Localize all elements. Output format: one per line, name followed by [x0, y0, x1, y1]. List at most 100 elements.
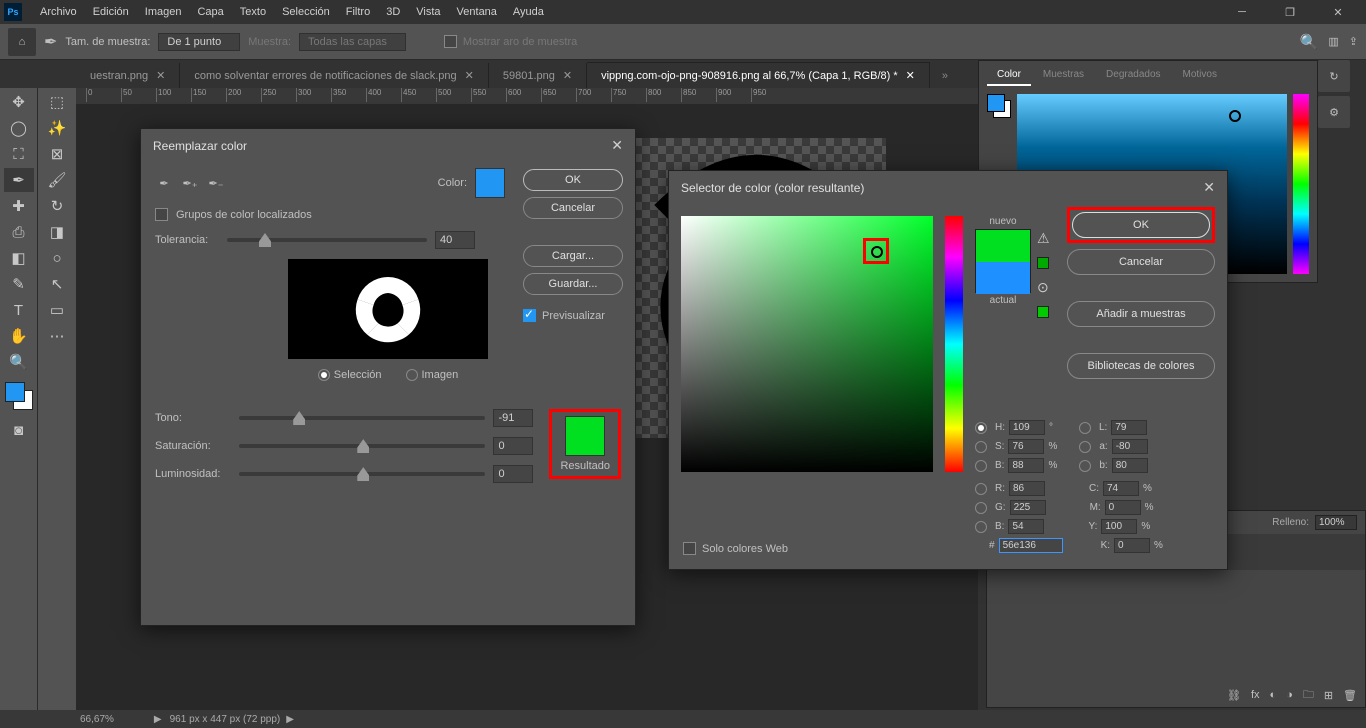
mask-icon[interactable]: ◐: [1270, 689, 1277, 701]
tone-input[interactable]: -91: [493, 409, 533, 427]
eraser-tool[interactable]: ◧: [4, 246, 34, 270]
preview-checkbox[interactable]: [523, 309, 536, 322]
menu-ventana[interactable]: Ventana: [449, 2, 505, 22]
image-radio[interactable]: Imagen: [406, 369, 459, 381]
load-button[interactable]: Cargar...: [523, 245, 623, 267]
doc-tab-3[interactable]: vippng.com-ojo-png-908916.png al 66,7% (…: [587, 62, 930, 88]
newlayer-icon[interactable]: ⊞: [1324, 689, 1333, 702]
tab-close-icon[interactable]: ✕: [563, 69, 572, 82]
pen-tool[interactable]: ✎: [4, 272, 34, 296]
menu-seleccion[interactable]: Selección: [274, 2, 338, 22]
l-radio[interactable]: [1079, 422, 1091, 434]
menu-capa[interactable]: Capa: [189, 2, 231, 22]
b-radio[interactable]: [975, 460, 987, 472]
link-icon[interactable]: ⛓: [1227, 689, 1241, 702]
doc-tab-2[interactable]: 59801.png✕: [489, 63, 587, 88]
brush-tool[interactable]: 🖌: [42, 168, 72, 192]
r-input[interactable]: 86: [1009, 481, 1045, 496]
zoom-tool[interactable]: 🔍: [4, 350, 34, 374]
home-icon[interactable]: ⌂: [8, 28, 36, 56]
show-ring-checkbox[interactable]: [444, 35, 457, 48]
text-tool[interactable]: T: [4, 298, 34, 322]
menu-imagen[interactable]: Imagen: [137, 2, 190, 22]
m-input[interactable]: 0: [1105, 500, 1141, 515]
close-icon[interactable]: ✕: [611, 137, 623, 154]
ok-button[interactable]: OK: [523, 169, 623, 191]
l-input[interactable]: 79: [1111, 420, 1147, 435]
saturation-slider[interactable]: [239, 444, 485, 448]
hex-input[interactable]: 56e136: [999, 538, 1063, 553]
tolerance-input[interactable]: 40: [435, 231, 475, 249]
y-input[interactable]: 100: [1101, 519, 1137, 534]
frame-tool[interactable]: ⊠: [42, 142, 72, 166]
s-input[interactable]: 76: [1008, 439, 1044, 454]
properties-dock-icon[interactable]: ⚙: [1318, 96, 1350, 128]
doc-tab-1[interactable]: como solventar errores de notificaciones…: [180, 63, 489, 88]
swatches-tab[interactable]: Muestras: [1033, 65, 1094, 86]
crop-tool[interactable]: ⛶: [4, 142, 34, 166]
heal-tool[interactable]: ✚: [4, 194, 34, 218]
a-input[interactable]: -80: [1112, 439, 1148, 454]
sample-size-dropdown[interactable]: De 1 punto: [158, 33, 240, 51]
gradient-tool[interactable]: ◨: [42, 220, 72, 244]
color-swatches[interactable]: [5, 382, 33, 410]
eyedropper-minus-icon[interactable]: ✒₋: [207, 174, 225, 192]
sv-field[interactable]: [681, 216, 933, 472]
share-icon[interactable]: ⇪: [1349, 35, 1358, 48]
menu-3d[interactable]: 3D: [378, 2, 408, 22]
ok-button[interactable]: OK: [1072, 212, 1210, 238]
ellipsis-tool[interactable]: ⋯: [42, 324, 72, 348]
a-radio[interactable]: [1079, 441, 1091, 453]
adjust-icon[interactable]: ◑: [1286, 689, 1293, 701]
luminosity-slider[interactable]: [239, 472, 485, 476]
c-input[interactable]: 74: [1103, 481, 1139, 496]
stamp-tool[interactable]: ⎙: [4, 220, 34, 244]
tone-slider[interactable]: [239, 416, 485, 420]
minimize-icon[interactable]: ─: [1222, 0, 1262, 24]
s-radio[interactable]: [975, 441, 987, 453]
source-color-swatch[interactable]: [475, 168, 505, 198]
eyedropper-plus-icon[interactable]: ✒₊: [181, 174, 199, 192]
cancel-button[interactable]: Cancelar: [523, 197, 623, 219]
menu-filtro[interactable]: Filtro: [338, 2, 378, 22]
luminosity-input[interactable]: 0: [493, 465, 533, 483]
tab-close-icon[interactable]: ✕: [156, 69, 165, 82]
history-tool[interactable]: ↻: [42, 194, 72, 218]
b-input[interactable]: 88: [1008, 458, 1044, 473]
r-radio[interactable]: [975, 483, 987, 495]
menu-ayuda[interactable]: Ayuda: [505, 2, 552, 22]
hand-tool[interactable]: ✋: [4, 324, 34, 348]
result-color-swatch[interactable]: [565, 416, 605, 456]
tab-close-icon[interactable]: ✕: [906, 69, 915, 82]
eyedropper-icon[interactable]: ✒: [155, 174, 173, 192]
path-tool[interactable]: ↖: [42, 272, 72, 296]
trash-icon[interactable]: 🗑: [1343, 689, 1357, 702]
color-marker[interactable]: [1229, 110, 1241, 122]
doc-tab-0[interactable]: uestran.png✕: [76, 63, 180, 88]
close-icon[interactable]: ✕: [1203, 179, 1215, 196]
move-tool[interactable]: ✥: [4, 90, 34, 114]
menu-texto[interactable]: Texto: [232, 2, 274, 22]
saturation-input[interactable]: 0: [493, 437, 533, 455]
tab-overflow-icon[interactable]: »: [930, 64, 960, 88]
h-radio[interactable]: [975, 422, 987, 434]
websafe-warning-icon[interactable]: ⊙: [1037, 279, 1050, 296]
fill-input[interactable]: 100%: [1315, 515, 1357, 530]
search-icon[interactable]: 🔍: [1300, 33, 1319, 51]
tolerance-slider[interactable]: [227, 238, 427, 242]
h-input[interactable]: 109: [1009, 420, 1045, 435]
k-input[interactable]: 0: [1114, 538, 1150, 553]
localized-checkbox[interactable]: [155, 208, 168, 221]
menu-archivo[interactable]: Archivo: [32, 2, 85, 22]
add-swatch-button[interactable]: Añadir a muestras: [1067, 301, 1215, 327]
close-icon[interactable]: ✕: [1318, 0, 1358, 24]
patterns-tab[interactable]: Motivos: [1173, 65, 1227, 86]
gamut-swatch[interactable]: [1037, 257, 1049, 269]
dodge-tool[interactable]: ○: [42, 246, 72, 270]
color-tab[interactable]: Color: [987, 65, 1031, 86]
quickmask-icon[interactable]: ◙: [4, 418, 34, 442]
bb-input[interactable]: 80: [1112, 458, 1148, 473]
websafe-swatch[interactable]: [1037, 306, 1049, 318]
menu-vista[interactable]: Vista: [408, 2, 448, 22]
g-input[interactable]: 225: [1010, 500, 1046, 515]
